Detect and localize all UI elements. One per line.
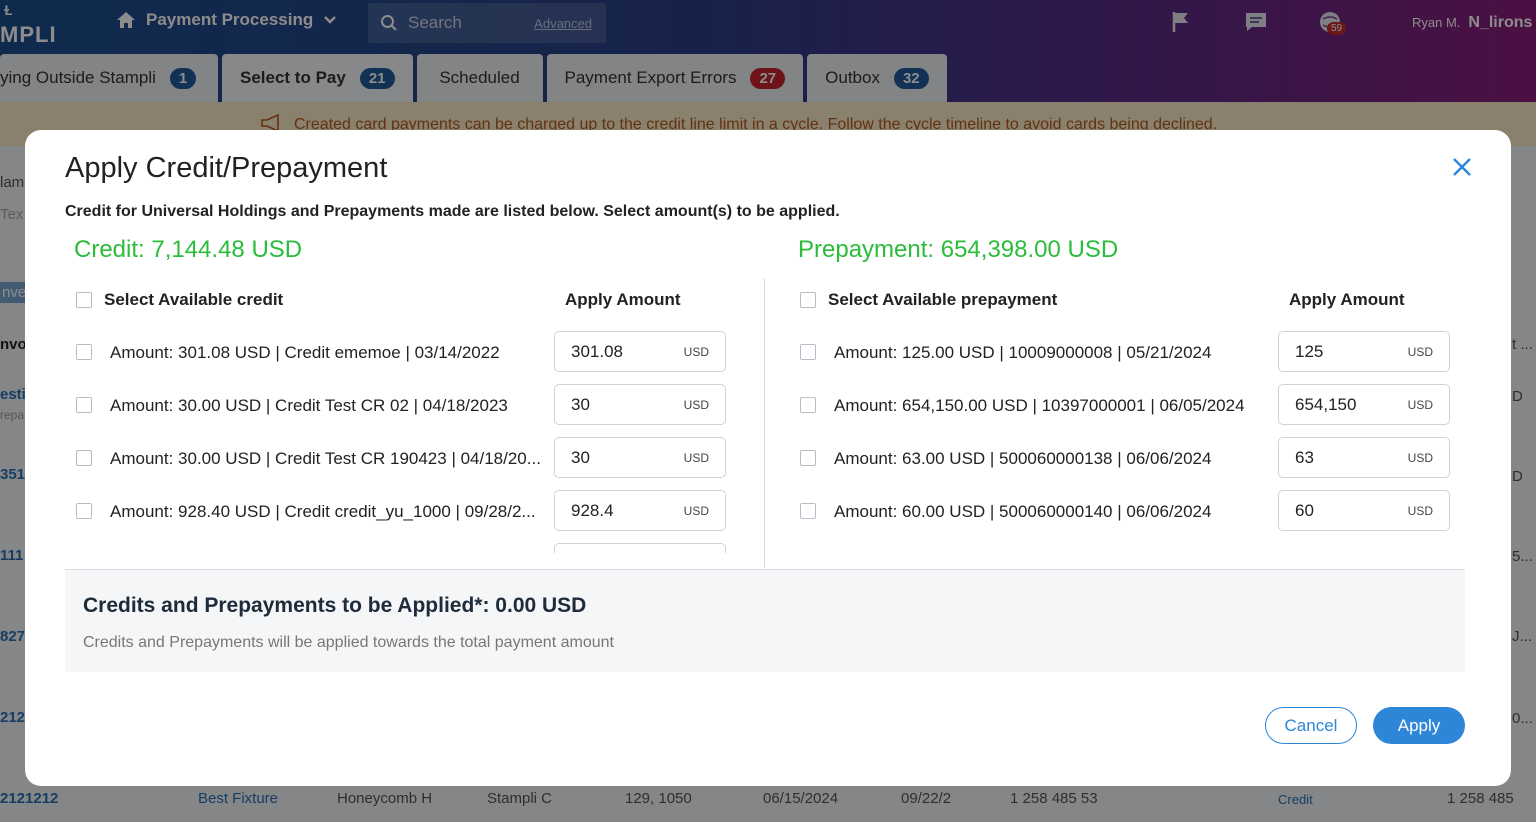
credit-apply-amount-field[interactable]: USD [554,437,726,478]
prepayment-row-checkbox[interactable] [800,450,816,466]
prepayment-row-label: Amount: 63.00 USD | 500060000138 | 06/06… [834,449,1212,468]
prepayment-row-checkbox[interactable] [800,344,816,360]
credit-row-checkbox[interactable] [76,397,92,413]
credit-apply-amount-header: Apply Amount [565,290,681,309]
prepayment-row-checkbox[interactable] [800,503,816,519]
select-all-credit-checkbox[interactable] [76,292,92,308]
prepayment-amount-input[interactable] [1295,342,1395,362]
credit-apply-amount-field-partial[interactable] [554,543,726,553]
credit-apply-amount-field[interactable]: USD [554,490,726,531]
credit-amount-input[interactable] [571,395,671,415]
close-icon[interactable] [1451,156,1473,178]
prepayment-row-checkbox[interactable] [800,397,816,413]
column-divider [764,278,765,568]
applied-summary: Credits and Prepayments to be Applied*: … [65,569,1465,672]
credit-row-checkbox[interactable] [76,344,92,360]
prepayment-apply-amount-field[interactable]: USD [1278,331,1450,372]
credit-amount-input[interactable] [571,501,671,521]
prepayment-apply-amount-header: Apply Amount [1289,290,1405,309]
credit-row-checkbox[interactable] [76,503,92,519]
credit-amount-input[interactable] [571,448,671,468]
credit-amount-input[interactable] [571,342,671,362]
prepayment-apply-amount-field[interactable]: USD [1278,437,1450,478]
select-available-prepayment-label: Select Available prepayment [828,290,1058,309]
cancel-button[interactable]: Cancel [1265,707,1357,744]
credit-apply-amount-field[interactable]: USD [554,384,726,425]
prepayment-row-label: Amount: 654,150.00 USD | 10397000001 | 0… [834,396,1245,415]
currency-label: USD [1407,504,1433,518]
prepayment-row-label: Amount: 125.00 USD | 10009000008 | 05/21… [834,343,1212,362]
credit-row-checkbox[interactable] [76,450,92,466]
select-all-prepayment-checkbox[interactable] [800,292,816,308]
select-available-credit-label: Select Available credit [104,290,284,309]
credit-row-label: Amount: 30.00 USD | Credit Test CR 19042… [110,449,541,468]
currency-label: USD [683,451,709,465]
prepayment-total-title: Prepayment: 654,398.00 USD [798,236,1119,263]
apply-credit-prepayment-modal: Apply Credit/Prepayment Credit for Unive… [25,130,1511,786]
currency-label: USD [683,504,709,518]
credit-total-title: Credit: 7,144.48 USD [74,236,303,263]
prepayment-apply-amount-field[interactable]: USD [1278,490,1450,531]
credit-row-label: Amount: 30.00 USD | Credit Test CR 02 | … [110,396,508,415]
currency-label: USD [1407,345,1433,359]
apply-button[interactable]: Apply [1373,707,1465,744]
currency-label: USD [683,398,709,412]
applied-note: Credits and Prepayments will be applied … [83,634,614,651]
applied-total: Credits and Prepayments to be Applied*: … [83,594,587,617]
currency-label: USD [683,345,709,359]
prepayment-amount-input[interactable] [1295,448,1395,468]
prepayment-amount-input[interactable] [1295,501,1395,521]
credit-row-label: Amount: 301.08 USD | Credit ememoe | 03/… [110,343,500,362]
modal-title: Apply Credit/Prepayment [65,152,388,184]
prepayment-row-label: Amount: 60.00 USD | 500060000140 | 06/06… [834,502,1212,521]
currency-label: USD [1407,451,1433,465]
currency-label: USD [1407,398,1433,412]
modal-subtitle: Credit for Universal Holdings and Prepay… [65,203,840,220]
prepayment-apply-amount-field[interactable]: USD [1278,384,1450,425]
credit-row-label: Amount: 928.40 USD | Credit credit_yu_10… [110,502,536,521]
credit-apply-amount-field[interactable]: USD [554,331,726,372]
prepayment-amount-input[interactable] [1295,395,1395,415]
